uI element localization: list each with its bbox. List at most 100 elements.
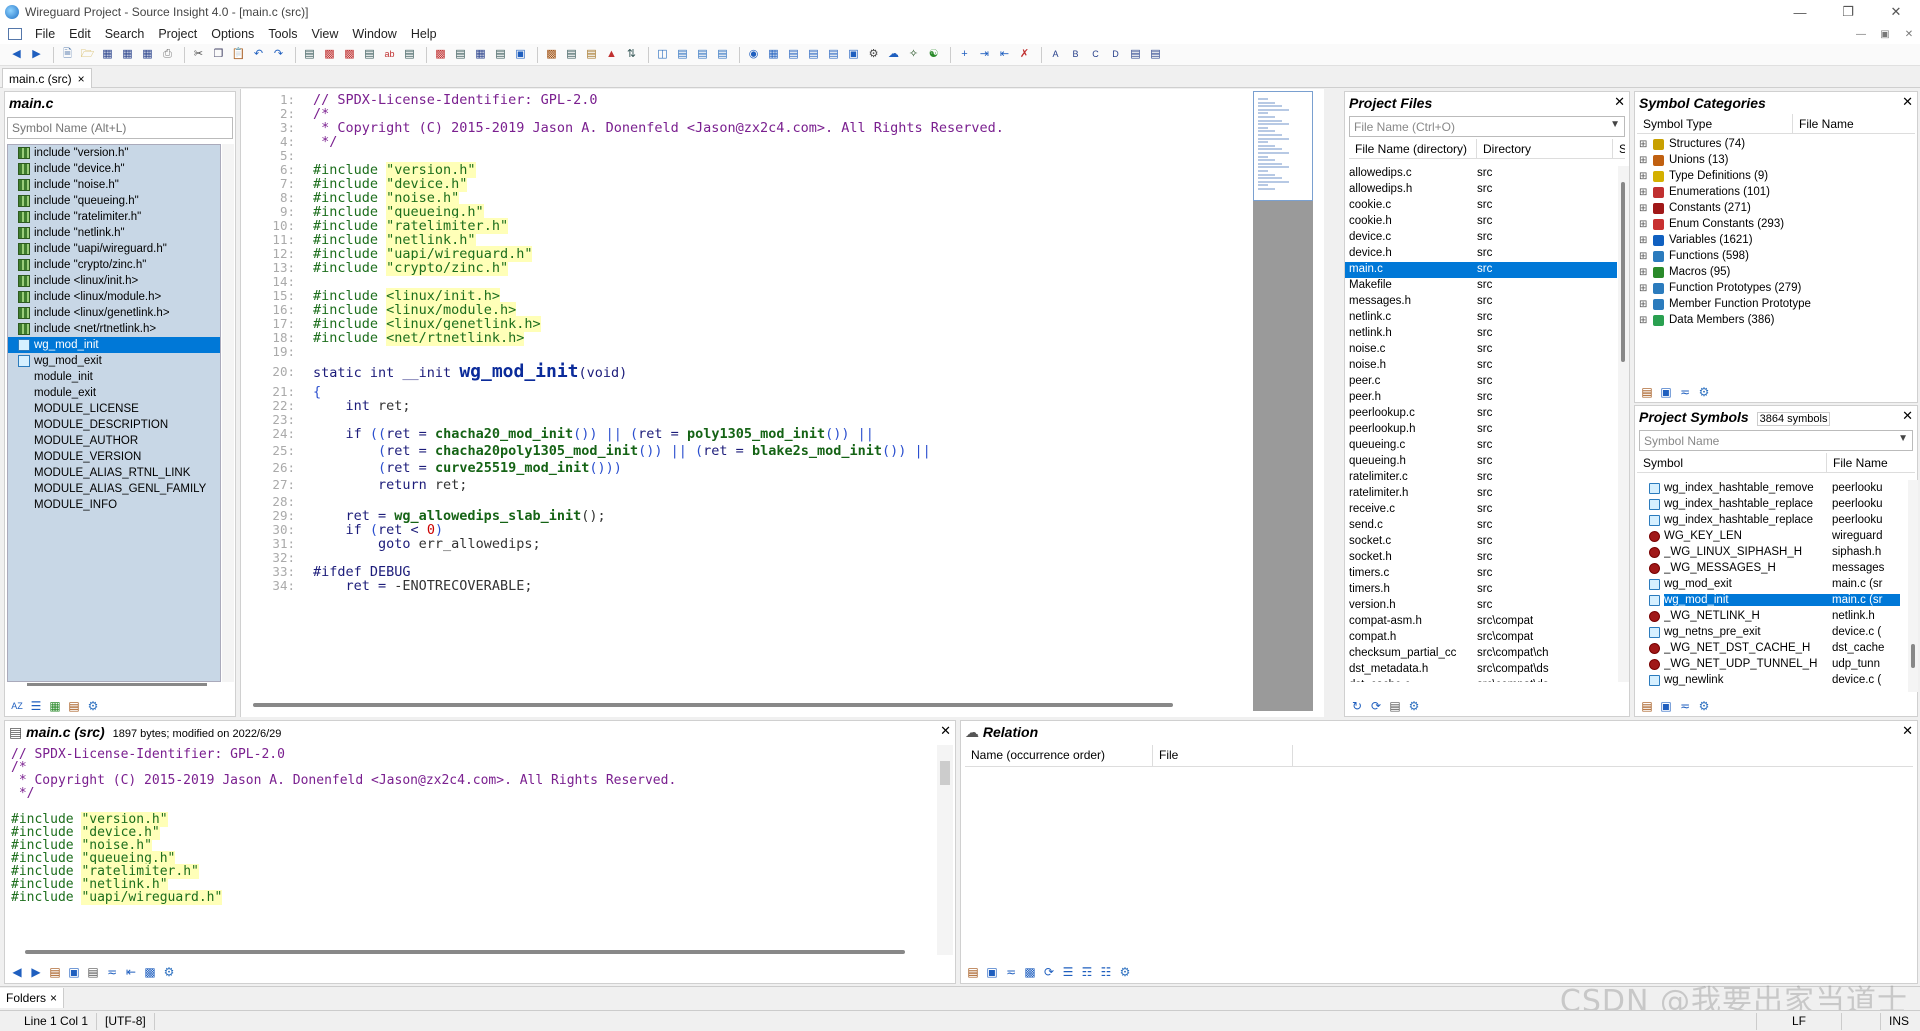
refresh-icon[interactable]: ⟳ <box>1041 964 1057 980</box>
symbol-list[interactable]: include "version.h" include "device.h" inc… <box>7 144 221 682</box>
project-symbol-row[interactable]: _WG_LINUX_SIPHASH_H siphash.h <box>1635 544 1907 560</box>
find-next-icon[interactable]: ▤ <box>452 47 469 63</box>
context-settings-icon[interactable]: ⚙ <box>161 964 177 980</box>
symbol-list-item[interactable]: include "version.h" <box>8 145 220 161</box>
macro-b-icon[interactable]: B <box>1067 47 1084 63</box>
symbol-list-item[interactable]: MODULE_VERSION <box>8 449 220 465</box>
sync-icon[interactable]: ⇅ <box>623 47 640 63</box>
project-symbol-row[interactable]: wg_index_hashtable_replace peerlooku <box>1635 496 1907 512</box>
book-icon[interactable]: ▤ <box>66 698 82 714</box>
file-row[interactable]: timers.c src <box>1345 566 1617 582</box>
save-all-icon[interactable]: ▦ <box>119 47 136 63</box>
symbol-category-row[interactable]: ⊞ Unions (13) <box>1635 152 1917 168</box>
symbol-settings-icon[interactable]: ⚙ <box>85 698 101 714</box>
window-icon[interactable]: ▣ <box>1658 384 1674 400</box>
symbol-category-row[interactable]: ⊞ Function Prototypes (279) <box>1635 280 1917 296</box>
file-row[interactable]: Makefile src <box>1345 278 1617 294</box>
file-row[interactable]: timers.h src <box>1345 582 1617 598</box>
project-files-settings-icon[interactable]: ⚙ <box>1406 698 1422 714</box>
symbol-list-item[interactable]: include "ratelimiter.h" <box>8 209 220 225</box>
search-files-icon[interactable]: ▤ <box>401 47 418 63</box>
file-row[interactable]: ratelimiter.h src <box>1345 486 1617 502</box>
insert-mode[interactable]: INS <box>1880 1012 1920 1030</box>
clip-window-icon[interactable]: ▲ <box>603 47 620 63</box>
project-files-scrollbar[interactable] <box>1618 166 1629 682</box>
relation-settings-icon[interactable]: ⚙ <box>1117 964 1133 980</box>
window-icon[interactable]: ▣ <box>1658 698 1674 714</box>
book-icon[interactable]: ▤ <box>1639 698 1655 714</box>
file-list-icon[interactable]: ▤ <box>1387 698 1403 714</box>
project-window-icon[interactable]: ▣ <box>512 47 529 63</box>
symbol-list-item[interactable]: include <linux/genetlink.h> <box>8 305 220 321</box>
mdi-minimize-icon[interactable]: — <box>1850 26 1872 42</box>
symbol-category-row[interactable]: ⊞ Functions (598) <box>1635 248 1917 264</box>
project-files-list[interactable]: allowedips.c src allowedips.h src cookie.c sr… <box>1345 166 1617 682</box>
restore-icon[interactable]: ❐ <box>1824 0 1872 24</box>
project-symbol-row[interactable]: wg_mod_exit main.c (sr <box>1635 576 1907 592</box>
category-icon[interactable]: ▦ <box>47 698 63 714</box>
context-close-icon[interactable]: ✕ <box>940 723 951 739</box>
outline-icon[interactable]: ▤ <box>825 47 842 63</box>
symbol-category-row[interactable]: ⊞ Macros (95) <box>1635 264 1917 280</box>
mdi-restore-icon[interactable]: ▣ <box>1874 26 1896 42</box>
code-editor[interactable]: 1: 2: 3: 4: 5: 6: 7: 8: 9: 10: 11: 12: 13: 14: 15: 16: 1… <box>240 89 1324 717</box>
column-file-name[interactable]: File Name <box>1793 114 1913 133</box>
project-symbol-row[interactable]: WG_KEY_LEN wireguard <box>1635 528 1907 544</box>
file-row[interactable]: compat-asm.h src\compat <box>1345 614 1617 630</box>
file-row[interactable]: device.c src <box>1345 230 1617 246</box>
columns-icon[interactable]: ▤ <box>85 964 101 980</box>
file-row[interactable]: peerlookup.h src <box>1345 422 1617 438</box>
file-encoding[interactable]: [UTF-8] <box>97 1012 155 1030</box>
book-icon[interactable]: ▤ <box>47 964 63 980</box>
outline-icon[interactable]: ☰ <box>1060 964 1076 980</box>
symbol-list-item[interactable]: MODULE_ALIAS_RTNL_LINK <box>8 465 220 481</box>
panel-icon[interactable]: ▤ <box>805 47 822 63</box>
context-window-icon[interactable]: ▤ <box>563 47 580 63</box>
tab-close-icon[interactable]: × <box>78 72 85 86</box>
menu-options[interactable]: Options <box>204 27 261 41</box>
save-icon[interactable]: ▦ <box>99 47 116 63</box>
file-row[interactable]: noise.c src <box>1345 342 1617 358</box>
column-symbol[interactable]: Symbol <box>1637 453 1827 472</box>
symbol-categories-close-icon[interactable]: ✕ <box>1902 94 1913 110</box>
categories-settings-icon[interactable]: ⚙ <box>1696 384 1712 400</box>
menu-window[interactable]: Window <box>345 27 403 41</box>
symbol-category-row[interactable]: ⊞ Member Function Prototype <box>1635 296 1917 312</box>
filter-icon[interactable]: ≂ <box>1677 384 1693 400</box>
overview-viewport[interactable] <box>1253 91 1313 201</box>
list-view-icon[interactable]: ☰ <box>28 698 44 714</box>
hierarchy-icon[interactable]: ☷ <box>1098 964 1114 980</box>
symbol-list-item[interactable]: MODULE_LICENSE <box>8 401 220 417</box>
project-symbol-row[interactable]: wg_newlink device.c ( <box>1635 672 1907 688</box>
symbol-list-hscrollbar[interactable] <box>27 683 207 686</box>
file-row[interactable]: cookie.c src <box>1345 198 1617 214</box>
symbol-category-row[interactable]: ⊞ Variables (1621) <box>1635 232 1917 248</box>
back-icon[interactable]: ◀ <box>9 964 25 980</box>
symbol-list-item[interactable]: module_exit <box>8 385 220 401</box>
delete-icon[interactable]: ✗ <box>1016 47 1033 63</box>
cut-icon[interactable]: ✂ <box>190 47 207 63</box>
symbol-list-item[interactable]: MODULE_ALIAS_GENL_FAMILY <box>8 481 220 497</box>
tree-icon[interactable]: ☯ <box>925 47 942 63</box>
symbol-category-row[interactable]: ⊞ Data Members (386) <box>1635 312 1917 328</box>
scroll-thumb[interactable] <box>940 761 950 785</box>
macro-c-icon[interactable]: C <box>1087 47 1104 63</box>
file-row[interactable]: checksum_partial_cc src\compat\ch <box>1345 646 1617 662</box>
jump-icon[interactable]: ⇤ <box>123 964 139 980</box>
macro-d-icon[interactable]: D <box>1107 47 1124 63</box>
expand-icon[interactable]: ⊞ <box>1639 251 1649 262</box>
symbol-category-row[interactable]: ⊞ Enum Constants (293) <box>1635 216 1917 232</box>
relation-window-icon[interactable]: ▤ <box>583 47 600 63</box>
paste-icon[interactable]: 📋 <box>230 47 247 63</box>
file-row[interactable]: dst_metadata.h src\compat\ds <box>1345 662 1617 678</box>
column-directory[interactable]: Directory <box>1477 139 1613 158</box>
bookmark-icon[interactable]: ▩ <box>341 47 358 63</box>
file-row[interactable]: netlink.c src <box>1345 310 1617 326</box>
file-row[interactable]: netlink.h src <box>1345 326 1617 342</box>
activate-icon[interactable]: ◉ <box>745 47 762 63</box>
sort-az-icon[interactable]: AZ <box>9 698 25 714</box>
lookup-references-icon[interactable]: ▤ <box>301 47 318 63</box>
scroll-thumb[interactable] <box>1621 182 1625 362</box>
symbol-list-item[interactable]: include "uapi/wireguard.h" <box>8 241 220 257</box>
split-icon[interactable]: ▤ <box>785 47 802 63</box>
